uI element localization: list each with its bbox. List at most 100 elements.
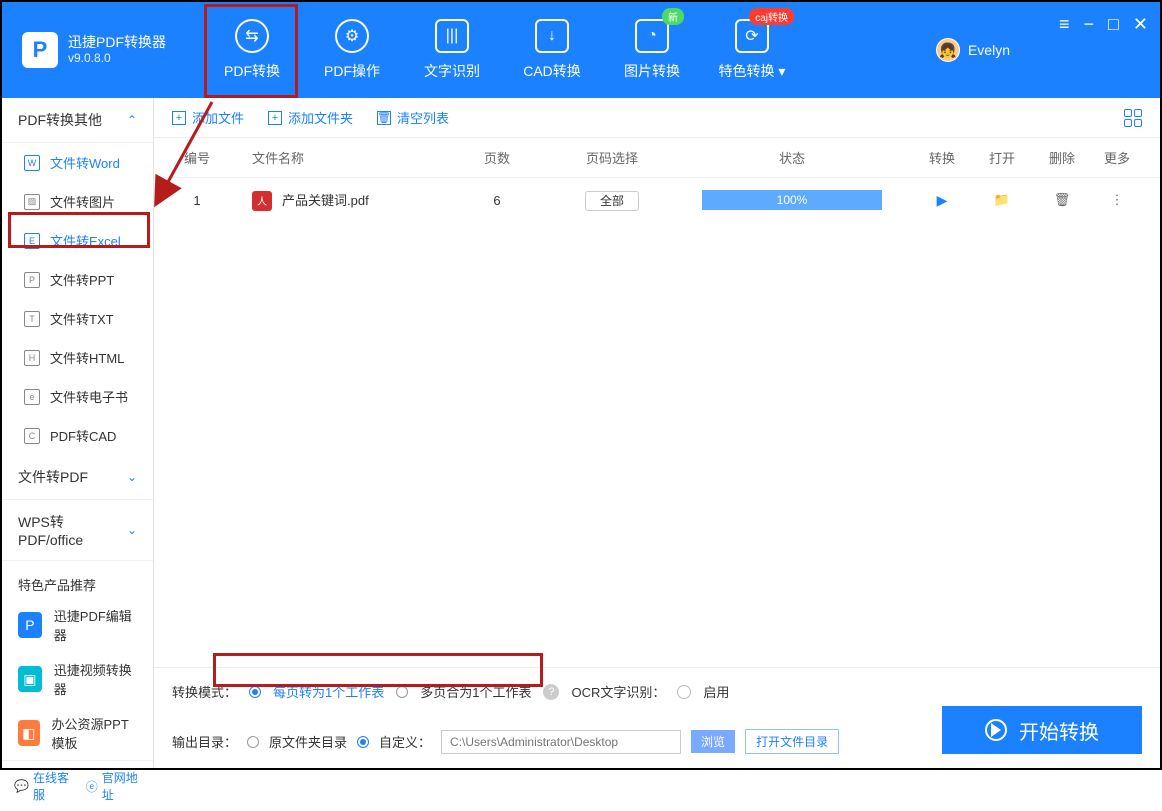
add-folder-button[interactable]: +添加文件夹 bbox=[268, 108, 353, 127]
logo-area: P 迅捷PDF转换器 v9.0.8.0 bbox=[2, 32, 202, 68]
progress-bar: 100% bbox=[702, 190, 882, 210]
more-icon[interactable]: ⋮ bbox=[1111, 192, 1124, 207]
app-name: 迅捷PDF转换器 bbox=[68, 33, 166, 51]
group-label: WPS转PDF/office bbox=[18, 512, 127, 548]
minimize-icon[interactable]: − bbox=[1084, 14, 1095, 35]
tab-pdf-convert[interactable]: ⇆ PDF转换 bbox=[202, 2, 302, 98]
link-label: 官网地址 bbox=[102, 769, 141, 803]
row-pages: 6 bbox=[442, 193, 552, 208]
trash-icon[interactable]: 🗑 bbox=[1054, 192, 1071, 207]
open-folder-button[interactable]: 打开文件目录 bbox=[745, 729, 839, 754]
main-panel: +添加文件 +添加文件夹 🗑 清空列表 编号 文件名称 页数 页码选择 状态 转换… bbox=[154, 98, 1160, 768]
trash-box-icon: 🗑 bbox=[377, 111, 391, 125]
mode-opt2[interactable]: 多页合为1个工作表 bbox=[420, 682, 531, 701]
footer-links: 💬在线客服 ⓔ官网地址 bbox=[2, 760, 153, 811]
col-status: 状态 bbox=[672, 148, 912, 167]
clear-list-button[interactable]: 🗑 清空列表 bbox=[377, 108, 449, 127]
menu-icon[interactable]: ≡ bbox=[1059, 14, 1070, 35]
row-more: ⋮ bbox=[1092, 192, 1142, 208]
app-version: v9.0.8.0 bbox=[68, 51, 166, 67]
sidebar-item-to-cad[interactable]: CPDF转CAD bbox=[2, 416, 153, 455]
sidebar-item-to-txt[interactable]: T文件转TXT bbox=[2, 299, 153, 338]
toolbar: +添加文件 +添加文件夹 🗑 清空列表 bbox=[154, 98, 1160, 138]
pdf-file-icon: 人 bbox=[252, 191, 272, 211]
table-header: 编号 文件名称 页数 页码选择 状态 转换 打开 删除 更多 bbox=[154, 138, 1160, 178]
sidebar-item-to-excel[interactable]: E文件转Excel bbox=[2, 221, 153, 260]
excel-icon: E bbox=[24, 233, 40, 249]
window-controls: ≡ − □ ✕ bbox=[1059, 14, 1148, 35]
start-convert-button[interactable]: 开始转换 bbox=[942, 706, 1142, 754]
sidebar-group-to-pdf[interactable]: 文件转PDF ⌄ bbox=[2, 455, 153, 500]
folder-icon[interactable]: 📁 bbox=[994, 192, 1010, 207]
grid-view-icon[interactable] bbox=[1124, 109, 1142, 127]
row-delete: 🗑 bbox=[1032, 192, 1092, 208]
help-icon[interactable]: ? bbox=[543, 684, 559, 700]
close-icon[interactable]: ✕ bbox=[1133, 14, 1148, 35]
support-link[interactable]: 💬在线客服 bbox=[14, 769, 72, 803]
output-radio-orig[interactable] bbox=[247, 736, 259, 748]
page-select-button[interactable]: 全部 bbox=[585, 191, 639, 211]
promo-label: 迅捷PDF编辑器 bbox=[54, 606, 137, 644]
support-icon: 💬 bbox=[14, 779, 29, 793]
chevron-down-icon: ⌄ bbox=[127, 523, 137, 537]
new-badge: 新 bbox=[662, 8, 684, 25]
site-link[interactable]: ⓔ官网地址 bbox=[86, 769, 141, 803]
tab-special-convert[interactable]: ⟳ 特色转换 ▾ caj转换 bbox=[702, 2, 802, 98]
maximize-icon[interactable]: □ bbox=[1108, 14, 1119, 35]
pdf-editor-icon: P bbox=[18, 612, 42, 638]
table-row: 1 人产品关键词.pdf 6 全部 100% ▶ 📁 🗑 ⋮ bbox=[154, 178, 1160, 223]
col-more: 更多 bbox=[1092, 148, 1142, 167]
tab-image-convert[interactable]: ◔ 图片转换 新 bbox=[602, 2, 702, 98]
tab-ocr[interactable]: ||| 文字识别 bbox=[402, 2, 502, 98]
tab-label: 特色转换 bbox=[719, 63, 775, 79]
app-header: P 迅捷PDF转换器 v9.0.8.0 ⇆ PDF转换 ⚙ PDF操作 ||| … bbox=[2, 2, 1160, 98]
ocr-label: OCR文字识别： bbox=[571, 682, 665, 701]
mode-radio-per-page[interactable] bbox=[249, 686, 261, 698]
plus-icon: + bbox=[172, 111, 186, 125]
video-icon: ▣ bbox=[18, 666, 42, 692]
app-logo-icon: P bbox=[22, 32, 58, 68]
add-file-button[interactable]: +添加文件 bbox=[172, 108, 244, 127]
filename-label: 产品关键词.pdf bbox=[282, 193, 369, 208]
ocr-checkbox[interactable] bbox=[677, 685, 691, 699]
user-area[interactable]: 👧 Evelyn bbox=[936, 38, 1010, 62]
start-play-icon bbox=[985, 719, 1007, 741]
output-radio-custom[interactable] bbox=[357, 736, 369, 748]
play-icon[interactable]: ▶ bbox=[937, 192, 948, 208]
sidebar-item-to-image[interactable]: ▨文件转图片 bbox=[2, 182, 153, 221]
promo-pdf-editor[interactable]: P 迅捷PDF编辑器 bbox=[2, 598, 153, 652]
browse-button[interactable]: 浏览 bbox=[691, 730, 735, 753]
ppt-template-icon: ◧ bbox=[18, 720, 40, 746]
ocr-icon: ||| bbox=[435, 19, 469, 53]
start-label: 开始转换 bbox=[1019, 716, 1099, 745]
row-page-select: 全部 bbox=[552, 192, 672, 209]
output-path-input[interactable] bbox=[441, 730, 681, 754]
item-label: 文件转TXT bbox=[50, 309, 114, 328]
tab-cad-convert[interactable]: ↓ CAD转换 bbox=[502, 2, 602, 98]
app-body: PDF转换其他 ⌃ W文件转Word ▨文件转图片 E文件转Excel P文件转… bbox=[2, 98, 1160, 768]
item-label: 文件转电子书 bbox=[50, 387, 128, 406]
row-filename: 人产品关键词.pdf bbox=[222, 190, 442, 211]
row-open: 📁 bbox=[972, 192, 1032, 208]
globe-icon: ⓔ bbox=[86, 778, 98, 795]
sidebar-item-to-html[interactable]: H文件转HTML bbox=[2, 338, 153, 377]
promo-ppt-template[interactable]: ◧办公资源PPT模板 bbox=[2, 706, 153, 760]
row-status: 100% bbox=[672, 190, 912, 210]
ocr-enable-label: 启用 bbox=[703, 682, 729, 701]
chevron-down-icon: ⌄ bbox=[127, 470, 137, 484]
sidebar-item-to-ebook[interactable]: e 文件转电子书 bbox=[2, 377, 153, 416]
mode-radio-merge[interactable] bbox=[396, 686, 408, 698]
ppt-icon: P bbox=[24, 272, 40, 288]
ebook-icon: e bbox=[24, 389, 40, 405]
btn-label: 清空列表 bbox=[397, 108, 449, 127]
sidebar-item-to-word[interactable]: W文件转Word bbox=[2, 143, 153, 182]
output-opt-custom[interactable]: 自定义： bbox=[379, 732, 431, 751]
output-opt-orig[interactable]: 原文件夹目录 bbox=[269, 732, 347, 751]
sidebar-group-pdf-to-other[interactable]: PDF转换其他 ⌃ bbox=[2, 98, 153, 143]
tab-pdf-operate[interactable]: ⚙ PDF操作 bbox=[302, 2, 402, 98]
sidebar-item-to-ppt[interactable]: P文件转PPT bbox=[2, 260, 153, 299]
caj-badge: caj转换 bbox=[749, 8, 794, 25]
mode-opt1[interactable]: 每页转为1个工作表 bbox=[273, 682, 384, 701]
promo-video-converter[interactable]: ▣迅捷视频转换器 bbox=[2, 652, 153, 706]
sidebar-group-wps[interactable]: WPS转PDF/office ⌄ bbox=[2, 500, 153, 561]
